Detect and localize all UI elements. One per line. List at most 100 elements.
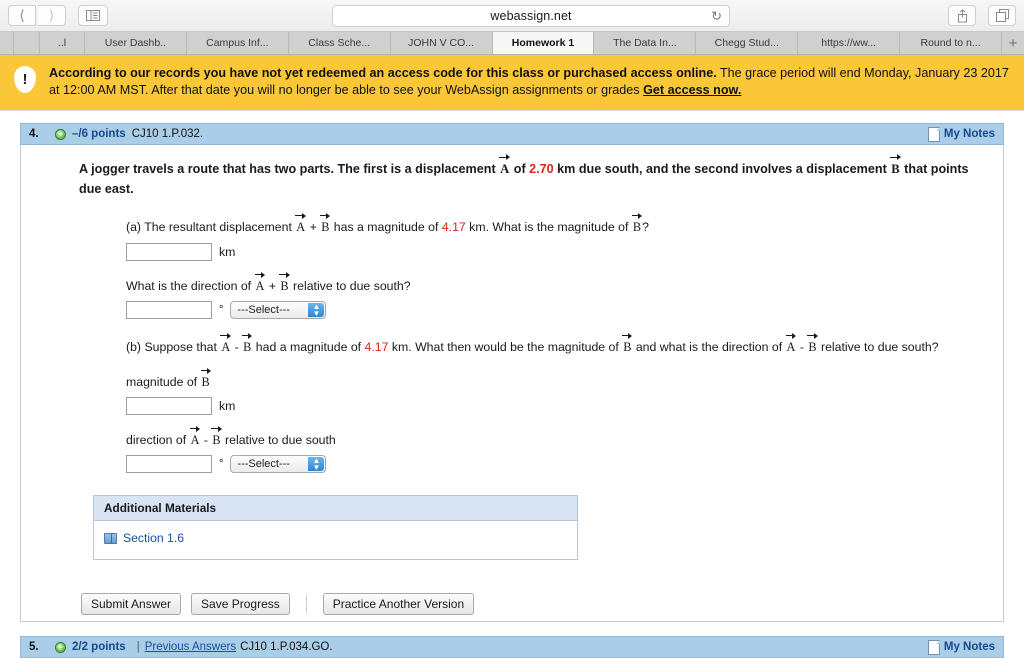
- direction-a-plus: +: [265, 279, 280, 293]
- direction-a-select[interactable]: ---Select--- ▲ ▼: [230, 301, 327, 319]
- browser-tab-5[interactable]: Class Sche...: [288, 32, 391, 54]
- vector-a-direction-a: A: [254, 271, 266, 292]
- direction-b-text-2: relative to due south: [221, 433, 336, 447]
- vector-arrow-icon: [295, 212, 307, 219]
- browser-tab-9[interactable]: Chegg Stud...: [696, 32, 799, 54]
- chevron-right-icon: ⟩: [48, 7, 55, 24]
- expand-question-4-icon[interactable]: +: [55, 128, 66, 140]
- share-button[interactable]: [948, 5, 976, 26]
- browser-tab-11[interactable]: Round to n...: [900, 32, 1003, 54]
- vector-a-direction-b: A: [189, 425, 201, 446]
- note-icon: [927, 126, 940, 142]
- address-bar[interactable]: webassign.net ↻: [332, 5, 730, 27]
- submit-answer-button[interactable]: Submit Answer: [81, 593, 182, 615]
- sidebar-toggle-button[interactable]: [78, 5, 108, 26]
- assignment-page: 4. + –/6 points CJ10 1.P.032. My Notes A…: [0, 111, 1024, 658]
- select-stepper-icon: ▲ ▼: [308, 303, 325, 318]
- practice-another-version-button[interactable]: Practice Another Version: [322, 593, 475, 615]
- question-5-code: CJ10 1.P.034.GO.: [240, 641, 333, 653]
- vector-arrow-icon: [189, 425, 201, 432]
- part-a-plus: +: [306, 220, 321, 234]
- previous-answers-link[interactable]: Previous Answers: [145, 641, 236, 653]
- browser-tab-label: Campus Inf...: [206, 37, 269, 49]
- vector-b2-part-a: B: [631, 212, 643, 233]
- browser-tab-label: JOHN V CO...: [408, 37, 475, 49]
- part-b-minus-2: -: [796, 340, 808, 354]
- browser-tab-label: Chegg Stud...: [714, 37, 779, 49]
- tabs-icon: [995, 9, 1009, 22]
- select-stepper-icon: ▲ ▼: [308, 457, 325, 472]
- magnitude-b-text: magnitude of: [126, 375, 201, 389]
- additional-materials-title: Additional Materials: [94, 496, 577, 521]
- question-5-separator: |: [136, 641, 140, 653]
- direction-b-select[interactable]: ---Select--- ▲ ▼: [230, 455, 327, 473]
- browser-tab-7[interactable]: Homework 1: [492, 32, 595, 54]
- vector-arrow-icon: [320, 212, 331, 219]
- new-tab-button[interactable]: +: [1002, 32, 1024, 54]
- part-b-text-3: km. What then would be the magnitude of: [388, 340, 623, 354]
- part-a-magnitude-input[interactable]: [126, 243, 212, 261]
- my-notes-label-5: My Notes: [943, 641, 995, 653]
- browser-tab-0[interactable]: [0, 32, 14, 54]
- direction-b-input[interactable]: [126, 455, 212, 473]
- reload-icon[interactable]: ↻: [711, 10, 722, 23]
- browser-tab-3[interactable]: User Dashb..: [85, 32, 187, 54]
- question-4-stem: A jogger travels a route that has two pa…: [21, 154, 1003, 199]
- direction-a-input[interactable]: [126, 301, 212, 319]
- magnitude-b-answer-row: km: [126, 397, 973, 415]
- browser-tab-label: The Data In...: [613, 37, 677, 49]
- vector-arrow-icon: [631, 212, 643, 219]
- part-a-unit-label: km: [219, 245, 236, 259]
- question-4-points: –/6 points: [72, 128, 126, 140]
- browser-tab-label: Round to n...: [920, 37, 981, 49]
- browser-tab-6[interactable]: JOHN V CO...: [390, 32, 493, 54]
- vector-arrow-icon: [211, 425, 222, 432]
- navigation-buttons: ⟨ ⟩: [8, 5, 108, 26]
- vector-arrow-icon: [200, 367, 211, 374]
- expand-question-5-icon[interactable]: +: [55, 641, 66, 653]
- stem-text-3: km due south, and the second involves a …: [553, 162, 891, 176]
- question-4-action-bar: Submit Answer Save Progress Practice Ano…: [21, 586, 1003, 622]
- alert-bold-text: According to our records you have not ye…: [49, 66, 717, 80]
- magnitude-b-input[interactable]: [126, 397, 212, 415]
- browser-tab-10[interactable]: https://ww...: [798, 32, 901, 54]
- vector-b-part-b: B: [242, 332, 253, 353]
- magnitude-b-label: magnitude of B: [126, 367, 973, 391]
- part-a-answer-row: km: [126, 243, 973, 261]
- additional-materials-box: Additional Materials Section 1.6: [93, 495, 578, 560]
- my-notes-button-4[interactable]: My Notes: [927, 126, 995, 142]
- direction-b-select-value: ---Select---: [237, 458, 290, 470]
- direction-b-label: direction of A - B relative to due south: [126, 425, 973, 449]
- forward-button[interactable]: ⟩: [38, 5, 66, 26]
- direction-a-text-2: relative to due south?: [289, 279, 411, 293]
- direction-b-degree-symbol: °: [219, 458, 224, 470]
- browser-tab-1[interactable]: [14, 32, 40, 54]
- direction-a-text-1: What is the direction of: [126, 279, 255, 293]
- stem-value-1: 2.70: [529, 162, 554, 176]
- tab-bar: ..l User Dashb.. Campus Inf... Class Sche..…: [0, 32, 1024, 55]
- vector-arrow-icon: [254, 271, 266, 278]
- part-b-text-4: and what is the direction of: [632, 340, 786, 354]
- direction-b-answer-row: ° ---Select--- ▲ ▼: [126, 455, 973, 473]
- vector-arrow-icon: [622, 332, 633, 339]
- section-link[interactable]: Section 1.6: [123, 531, 184, 545]
- direction-a-answer-row: ° ---Select--- ▲ ▼: [126, 301, 973, 319]
- get-access-now-link[interactable]: Get access now.: [643, 83, 741, 97]
- question-4-number: 4.: [29, 128, 39, 140]
- save-progress-button[interactable]: Save Progress: [191, 593, 290, 615]
- browser-tab-8[interactable]: The Data In...: [594, 32, 697, 54]
- direction-a-select-value: ---Select---: [237, 304, 290, 316]
- share-icon: [957, 8, 967, 22]
- part-b-text-2: had a magnitude of: [252, 340, 365, 354]
- my-notes-label-4: My Notes: [943, 128, 995, 140]
- part-b-minus: -: [231, 340, 243, 354]
- my-notes-button-5[interactable]: My Notes: [927, 639, 995, 655]
- browser-tab-2[interactable]: ..l: [40, 32, 85, 54]
- browser-tab-label: Class Sche...: [308, 37, 371, 49]
- warning-icon: !: [14, 66, 36, 93]
- part-a-text: (a) The resultant displacement A + B has…: [126, 212, 973, 237]
- show-all-tabs-button[interactable]: [988, 5, 1016, 26]
- browser-tab-4[interactable]: Campus Inf...: [186, 32, 289, 54]
- back-button[interactable]: ⟨: [8, 5, 36, 26]
